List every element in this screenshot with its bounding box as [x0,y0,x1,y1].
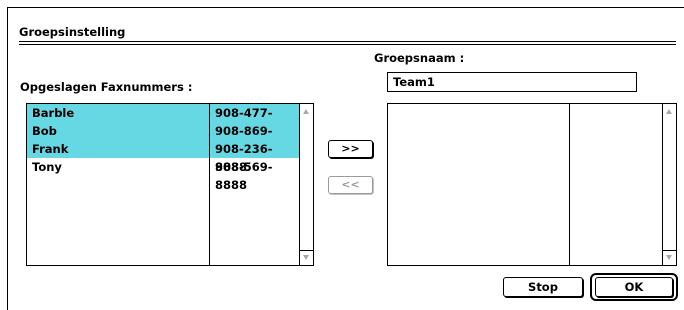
scrollbar-divider [663,250,676,251]
list-item[interactable]: Bob 908-869-8888 [27,122,300,156]
scroll-down-arrow-icon[interactable] [301,252,312,263]
contact-name: Tony [32,160,62,174]
group-members-list[interactable] [387,103,677,266]
right-list-scrollbar[interactable] [662,104,676,265]
ok-button[interactable]: OK [595,277,673,297]
scroll-up-arrow-icon[interactable] [301,106,312,117]
contact-name: Frank [32,142,69,156]
dialog-title: Groepsinstelling [19,25,126,39]
contact-name: Barble [32,106,75,120]
fax-number: 908-569-8888 [215,160,273,192]
column-divider [209,104,210,265]
stop-button[interactable]: Stop [503,277,583,297]
title-rule [19,41,676,42]
add-to-group-button[interactable]: >> [328,140,373,158]
contact-name: Bob [32,124,57,138]
saved-fax-numbers-label: Opgeslagen Faxnummers : [20,80,193,94]
list-item[interactable]: Barble 908-477-8888 [27,104,300,138]
remove-from-group-button[interactable]: << [328,176,373,194]
list-item[interactable]: Frank 908-236-8888 [27,140,300,174]
group-name-input[interactable]: Team1 [387,72,637,92]
group-name-label: Groepsnaam : [374,51,465,65]
scroll-down-arrow-icon[interactable] [664,252,675,263]
title-rule [19,44,676,45]
dialog-frame-left [7,7,8,310]
column-divider [569,104,570,265]
left-list-scrollbar[interactable] [299,104,313,265]
scroll-up-arrow-icon[interactable] [664,106,675,117]
list-item[interactable]: Tony 908-569-8888 [27,158,300,192]
saved-fax-numbers-list[interactable]: Barble 908-477-8888 Bob 908-869-8888 Fra… [26,103,314,266]
dialog-frame-top [7,7,684,8]
scrollbar-divider [300,250,313,251]
